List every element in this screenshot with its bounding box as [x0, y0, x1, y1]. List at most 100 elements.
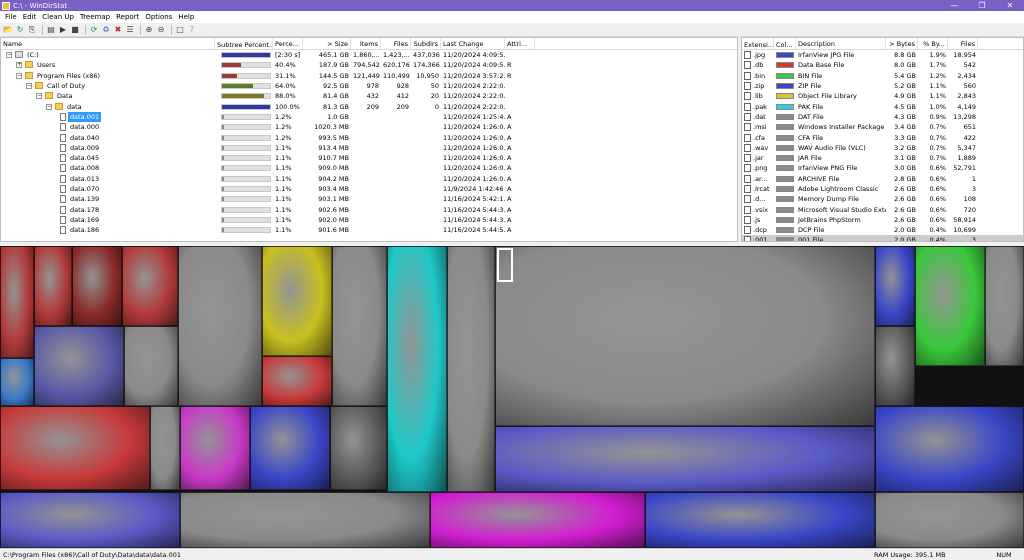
treemap-block[interactable]	[332, 246, 387, 406]
tree-row[interactable]: data.045 1.1% 910.7 MB 11/20/2024 1:26:0...…	[1, 153, 737, 163]
extension-column-header[interactable]: Files	[948, 38, 978, 49]
tree-row[interactable]: data.186 1.1% 901.6 MB 11/16/2024 5:44:5...…	[1, 225, 737, 235]
expand-icon[interactable]: +	[16, 62, 22, 69]
treemap-block[interactable]	[0, 358, 34, 406]
extension-row[interactable]: .wav WAV Audio File (VLC) 3.2 GB 0.7% 5,347	[742, 143, 1023, 153]
close-button[interactable]: ✕	[996, 0, 1024, 11]
tree-row[interactable]: − Data 88.0% 81.4 GB 432 412 20 11/20/2024 2:22…	[1, 91, 737, 101]
directory-tree-list[interactable]: Name Subtree Percent... Perce... > Size Item…	[0, 37, 738, 242]
extension-column-header[interactable]: % By...	[918, 38, 948, 49]
tree-row[interactable]: data.169 1.1% 902.0 MB 11/16/2024 5:44:3...…	[1, 215, 737, 225]
extension-row[interactable]: .cfa CFA File 3.3 GB 0.7% 422	[742, 132, 1023, 142]
treemap-block[interactable]	[262, 246, 332, 356]
extension-row[interactable]: .db Data Base File 8.0 GB 1.7% 542	[742, 60, 1023, 70]
refresh-selected-icon[interactable]: ⟳	[89, 25, 99, 35]
tree-column-header[interactable]: Subtree Percent...	[215, 38, 273, 49]
tree-row[interactable]: data.001 1.2% 1.0 GB 11/20/2024 1:25:4... A	[1, 111, 737, 122]
treemap-block[interactable]	[875, 492, 1024, 548]
command-prompt-icon[interactable]: ■	[70, 25, 80, 35]
treemap-block[interactable]	[262, 356, 332, 406]
open-folder-icon[interactable]: ▶	[58, 25, 68, 35]
tree-column-header[interactable]: Subdirs	[411, 38, 441, 49]
treemap-block[interactable]	[985, 246, 1024, 366]
treemap-block[interactable]	[495, 426, 875, 492]
treemap-selection-highlight[interactable]	[497, 248, 513, 282]
tree-row[interactable]: data.040 1.2% 993.5 MB 11/20/2024 1:26:0...…	[1, 132, 737, 142]
minimize-button[interactable]: —	[940, 0, 968, 11]
collapse-icon[interactable]: −	[46, 103, 52, 110]
extension-row[interactable]: .lrcat Adobe Lightroom Classic 2.6 GB 0.6% 3	[742, 184, 1023, 194]
copy-path-icon[interactable]: ⎘	[27, 25, 37, 35]
menu-clean-up[interactable]: Clean Up	[39, 13, 77, 21]
treemap-block[interactable]	[0, 246, 34, 358]
tree-row[interactable]: + Users 40.4% 187.9 GB 794,542 620,176 174,366…	[1, 60, 737, 70]
collapse-icon[interactable]: −	[6, 52, 12, 59]
extension-row[interactable]: .zip ZIP File 5.2 GB 1.1% 560	[742, 81, 1023, 91]
treemap-block[interactable]	[72, 246, 122, 326]
treemap-view[interactable]	[0, 246, 1024, 548]
extension-row[interactable]: .dcp DCP File 2.0 GB 0.4% 10,699	[742, 225, 1023, 235]
menu-edit[interactable]: Edit	[20, 13, 40, 21]
treemap-block[interactable]	[250, 406, 330, 490]
treemap-block[interactable]	[34, 326, 124, 406]
treemap-block[interactable]	[387, 246, 447, 492]
tree-row[interactable]: data.013 1.1% 904.2 MB 11/20/2024 1:26:0...…	[1, 174, 737, 184]
treemap-block[interactable]	[495, 246, 875, 426]
extension-row[interactable]: .d... Memory Dump File 2.6 GB 0.6% 108	[742, 194, 1023, 204]
delete-icon[interactable]: ✖	[113, 25, 123, 35]
tree-column-header[interactable]: Items	[351, 38, 381, 49]
extension-row[interactable]: .bin BIN File 5.4 GB 1.2% 2,434	[742, 71, 1023, 81]
tree-row[interactable]: data.009 1.1% 913.4 MB 11/20/2024 1:26:0...…	[1, 143, 737, 153]
properties-icon[interactable]: ☰	[125, 25, 135, 35]
extension-row[interactable]: .dat DAT File 4.3 GB 0.9% 13,298	[742, 112, 1023, 122]
extension-column-header[interactable]: Col...	[774, 38, 796, 49]
treemap-block[interactable]	[447, 246, 495, 492]
extension-row[interactable]: .msi Windows Installer Package 3.4 GB 0.7% 6…	[742, 122, 1023, 132]
treemap-block[interactable]	[180, 406, 250, 490]
tree-column-header[interactable]: Last Change	[441, 38, 505, 49]
treemap-block[interactable]	[150, 406, 180, 490]
menu-treemap[interactable]: Treemap	[77, 13, 113, 21]
extension-row[interactable]: .vsix Microsoft Visual Studio Exte... 2.6 …	[742, 204, 1023, 214]
tree-row[interactable]: data.000 1.2% 1020.3 MB 11/20/2024 1:26:0..…	[1, 122, 737, 132]
tree-row[interactable]: − Call of Duty 64.0% 92.5 GB 978 928 50 11/20/2…	[1, 81, 737, 91]
extension-column-header[interactable]: Extensi...	[742, 38, 774, 49]
menu-file[interactable]: File	[2, 13, 20, 21]
treemap-block[interactable]	[124, 326, 178, 406]
zoom-in-icon[interactable]: ⊕	[144, 25, 154, 35]
maximize-button[interactable]: ❐	[968, 0, 996, 11]
tree-column-header[interactable]: Name	[1, 38, 215, 49]
tree-row[interactable]: − data 100.0% 81.3 GB 209 209 0 11/20/2024 2:22…	[1, 101, 737, 111]
select-parent-icon[interactable]: □	[175, 25, 185, 35]
treemap-block[interactable]	[430, 492, 645, 548]
tree-row[interactable]: data.070 1.1% 903.4 MB 11/9/2024 1:42:46 ..…	[1, 184, 737, 194]
extension-row[interactable]: .001 001 File 2.0 GB 0.4% 3	[742, 235, 1023, 241]
tree-column-header[interactable]: Files	[381, 38, 411, 49]
treemap-block[interactable]	[34, 246, 72, 326]
treemap-block[interactable]	[875, 246, 915, 326]
collapse-icon[interactable]: −	[16, 72, 22, 79]
treemap-block[interactable]	[645, 492, 875, 548]
treemap-block[interactable]	[915, 246, 985, 366]
extension-row[interactable]: .png IrfanView PNG File 3.0 GB 0.6% 52,791	[742, 163, 1023, 173]
recycle-icon[interactable]: ♻	[101, 25, 111, 35]
tree-row[interactable]: data.139 1.1% 903.1 MB 11/16/2024 5:42:1...…	[1, 194, 737, 204]
tree-row[interactable]: data.008 1.1% 909.0 MB 11/20/2024 1:26:0...…	[1, 163, 737, 173]
treemap-block[interactable]	[180, 492, 430, 548]
extension-column-header[interactable]: Description	[796, 38, 886, 49]
tree-column-header[interactable]: > Size	[303, 38, 351, 49]
treemap-block[interactable]	[875, 406, 1024, 492]
extension-row[interactable]: .ar... ARCHIVE File 2.8 GB 0.6% 1	[742, 174, 1023, 184]
extension-column-header[interactable]: > Bytes	[886, 38, 918, 49]
treemap-block[interactable]	[330, 406, 387, 490]
treemap-block[interactable]	[0, 406, 150, 490]
extension-row[interactable]: .lib Object File Library 4.9 GB 1.1% 2,843	[742, 91, 1023, 101]
treemap-block[interactable]	[0, 492, 180, 548]
extension-row[interactable]: .pak PAK File 4.5 GB 1.0% 4,149	[742, 101, 1023, 111]
menu-report[interactable]: Report	[113, 13, 142, 21]
menu-help[interactable]: Help	[175, 13, 197, 21]
collapse-icon[interactable]: −	[26, 83, 32, 90]
tree-column-header[interactable]: Attri...	[505, 38, 535, 49]
explorer-icon[interactable]: ▤	[46, 25, 56, 35]
tree-row[interactable]: − Program Files (x86) 31.1% 144.5 GB 121,449…	[1, 71, 737, 81]
